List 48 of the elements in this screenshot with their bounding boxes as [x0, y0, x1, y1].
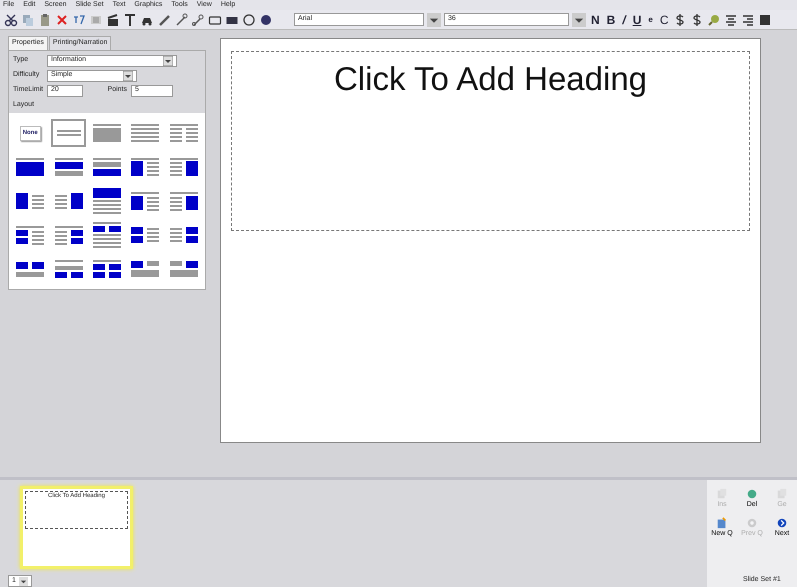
- layout-preview-icon: [92, 260, 121, 278]
- close-icon[interactable]: [55, 12, 69, 26]
- align-center-icon[interactable]: [724, 12, 738, 26]
- document-icon: [716, 516, 728, 528]
- layout-preview-icon: [170, 158, 198, 176]
- layout-preview-icon: [92, 158, 121, 176]
- layout-preview-icon: [92, 188, 121, 214]
- layout-preview-icon: [16, 193, 44, 209]
- pencil-icon[interactable]: [157, 12, 171, 26]
- layout-preview-icon: [131, 158, 160, 176]
- format-button[interactable]: N: [589, 12, 602, 26]
- layout-preview-icon: [16, 262, 44, 276]
- layout-preview-icon: [54, 226, 83, 244]
- scissors-icon[interactable]: [4, 12, 18, 26]
- format-button[interactable]: /: [620, 12, 628, 26]
- circle-icon: [746, 516, 758, 528]
- magnifier-icon[interactable]: [707, 12, 722, 26]
- layout-preview-icon: [170, 124, 198, 142]
- format-button[interactable]: U: [630, 12, 644, 26]
- layout-preview-icon: [131, 261, 160, 277]
- dropdown-arrow-icon: [123, 70, 133, 80]
- layout-preview-icon: [131, 227, 160, 243]
- next-icon: [776, 516, 788, 528]
- layout-preview-icon: [170, 227, 198, 243]
- layout-preview-icon: [56, 130, 81, 136]
- layout-preview-icon: [54, 260, 83, 278]
- layout-preview-icon: [54, 158, 83, 176]
- heading-placeholder[interactable]: Click To Add Heading: [231, 51, 750, 231]
- format-button[interactable]: B: [604, 12, 618, 26]
- layout-preview-icon: [131, 192, 160, 210]
- layout-preview-icon: [170, 261, 198, 277]
- format-button[interactable]: C: [658, 12, 670, 26]
- layout-preview-icon: [16, 226, 44, 244]
- layout-preview-icon: [54, 193, 83, 209]
- filled-circle-icon[interactable]: [259, 12, 273, 26]
- layout-preview-icon: [92, 222, 121, 248]
- align-right-icon[interactable]: [741, 12, 756, 26]
- text-tool-icon[interactable]: [123, 12, 137, 26]
- justify-icon[interactable]: [758, 12, 772, 26]
- layout-preview-icon: [92, 124, 121, 142]
- format-button[interactable]: e: [646, 12, 655, 26]
- clapper-icon[interactable]: [106, 12, 120, 26]
- layout-preview-icon: [131, 124, 160, 142]
- paste-icon[interactable]: [38, 12, 52, 26]
- circle-icon[interactable]: [242, 12, 256, 26]
- layout-preview-icon: [16, 158, 44, 176]
- layout-preview-icon: [170, 192, 198, 210]
- dropdown-arrow-icon: [163, 56, 173, 66]
